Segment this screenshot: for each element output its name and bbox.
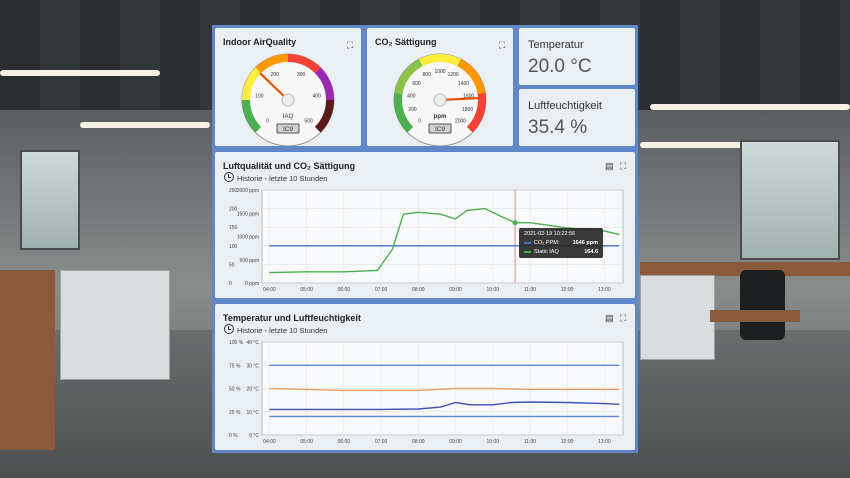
stat-label: Luftfeuchtigkeit — [528, 100, 602, 112]
background-chair — [740, 270, 785, 340]
y-right-tick-label: 30 °C — [246, 363, 259, 369]
y-right-tick-label: 0 ppm — [245, 281, 259, 287]
x-tick-label: 08:00 — [412, 287, 425, 293]
y-left-tick-label: 100 — [229, 244, 238, 250]
x-tick-label: 11:00 — [524, 287, 536, 293]
y-left-tick-label: 0 — [229, 281, 232, 287]
x-tick-label: 06:00 — [338, 287, 351, 293]
y-left-tick-label: 50 — [229, 262, 235, 268]
gauge-hub — [433, 93, 447, 107]
background-window — [740, 140, 840, 260]
gauge-tick-label: 200 — [271, 72, 280, 78]
y-left-tick-label: 0 % — [229, 433, 238, 439]
background-desk — [710, 310, 800, 322]
stat-value: 20.0 °C — [528, 56, 592, 77]
y-left-tick-label: 75 % — [229, 363, 241, 369]
gauge-band — [419, 54, 461, 67]
y-right-tick-label: 0 °C — [249, 433, 259, 439]
background-partition — [640, 275, 715, 360]
stat-label: Temperatur — [528, 39, 584, 51]
y-left-tick-label: 100 % — [229, 340, 244, 346]
stat-card-humidity: Luftfeuchtigkeit 35.4 % — [519, 89, 635, 146]
y-right-tick-label: 20 °C — [246, 387, 259, 393]
background-window — [20, 150, 80, 250]
x-tick-label: 09:00 — [449, 287, 462, 293]
x-tick-label: 07:00 — [375, 439, 388, 445]
gauge-tick-label: 800 — [423, 72, 432, 78]
gauge-hub — [281, 93, 295, 107]
x-tick-label: 10:00 — [486, 439, 499, 445]
y-left-tick-label: 25 % — [229, 410, 241, 416]
background-desk — [0, 270, 55, 450]
gauge-tick-label: 400 — [312, 93, 321, 99]
gauge-tick-label: 0 — [266, 119, 269, 125]
stat-value: 35.4 % — [528, 117, 588, 138]
x-tick-label: 05:00 — [300, 439, 313, 445]
gauge-readout: IC9 — [435, 126, 446, 133]
gauge-tick-label: 200 — [408, 107, 417, 113]
x-tick-label: 07:00 — [375, 287, 388, 293]
x-tick-label: 09:00 — [449, 439, 462, 445]
gauge-tick-label: 400 — [407, 93, 416, 99]
gauge-card-co2: CO₂ Sättigung ⛶ 0 200 400 600 800 1000 1200 140… — [367, 28, 513, 146]
x-tick-label: 10:00 — [486, 287, 499, 293]
background-light — [0, 70, 160, 76]
temperature-humidity-chart[interactable]: 0 % 25 % 50 % 75 % 100 % 0 °C 10 °C 20 °C 30 °C 4… — [215, 304, 635, 450]
y-right-tick-label: 1000 ppm — [237, 235, 259, 241]
x-tick-label: 05:00 — [300, 287, 313, 293]
tooltip-value: 164.6 — [584, 249, 598, 255]
y-right-tick-label: 500 ppm — [240, 258, 259, 264]
gauge-tick-label: 1200 — [448, 72, 459, 78]
legend-swatch — [524, 251, 531, 253]
gauge-readout: IC9 — [283, 126, 294, 133]
air-quality-chart[interactable]: 0501001502002500 ppm500 ppm1000 ppm1500 … — [215, 152, 635, 298]
gauge-tick-label: 600 — [412, 81, 421, 87]
iaq-gauge: 0 100 200 300 400 500 IAQ IC9 — [241, 53, 335, 146]
stat-card-temperature: Temperatur 20.0 °C — [519, 28, 635, 85]
x-tick-label: 11:00 — [524, 439, 536, 445]
x-tick-label: 12:00 — [561, 287, 574, 293]
x-tick-label: 13:00 — [598, 287, 611, 293]
background-light — [80, 122, 210, 128]
y-right-tick-label: 40 °C — [246, 340, 259, 346]
chart-tooltip: 2021-02-19 10:22:56 CO₂ PPM: 1646 ppm St… — [519, 228, 603, 258]
y-left-tick-label: 50 % — [229, 387, 241, 393]
gauge-tick-label: 300 — [297, 72, 306, 78]
x-tick-label: 04:00 — [263, 287, 276, 293]
background-partition — [60, 270, 170, 380]
cursor-point — [512, 220, 518, 226]
x-tick-label: 06:00 — [338, 439, 351, 445]
gauge-tick-label: 0 — [418, 119, 421, 125]
background-light — [650, 104, 850, 110]
gauge-unit: ppm — [434, 114, 447, 120]
tooltip-value: 1646 ppm — [572, 240, 598, 246]
chart-card-temperature-humidity: Temperatur und Luftfeuchtigkeit ▤ ⛶ Hist… — [215, 304, 635, 450]
y-left-tick-label: 150 — [229, 225, 238, 231]
gauge-tick-label: 1800 — [462, 107, 473, 113]
y-right-tick-label: 1500 ppm — [237, 211, 259, 217]
x-tick-label: 13:00 — [598, 439, 611, 445]
x-tick-label: 04:00 — [263, 439, 276, 445]
gauge-tick-label: 100 — [255, 93, 264, 99]
gauge-tick-label: 2000 — [455, 119, 466, 125]
tooltip-time: 2021-02-19 10:22:56 — [524, 231, 576, 237]
tooltip-label: CO₂ PPM: — [534, 240, 560, 246]
y-right-tick-label: 2000 ppm — [237, 188, 259, 194]
gauge-tick-label: 1000 — [434, 69, 445, 75]
x-tick-label: 08:00 — [412, 439, 425, 445]
dashboard: Indoor AirQuality ⛶ 0 100 200 300 400 500 IAQ I… — [212, 25, 638, 453]
x-tick-label: 12:00 — [561, 439, 574, 445]
gauge-tick-label: 1400 — [458, 81, 469, 87]
chart-card-air-quality: Luftqualität und CO₂ Sättigung ▤ ⛶ Histo… — [215, 152, 635, 298]
gauge-unit: IAQ — [283, 114, 294, 120]
legend-swatch — [524, 242, 531, 244]
gauge-tick-label: 500 — [304, 119, 313, 125]
tooltip-label: Static IAQ — [534, 249, 559, 255]
co2-gauge: 0200400600800100012001400160018002000ppm… — [393, 53, 487, 146]
gauge-card-iaq: Indoor AirQuality ⛶ 0 100 200 300 400 500 IAQ I… — [215, 28, 361, 146]
y-right-tick-label: 10 °C — [246, 410, 259, 416]
